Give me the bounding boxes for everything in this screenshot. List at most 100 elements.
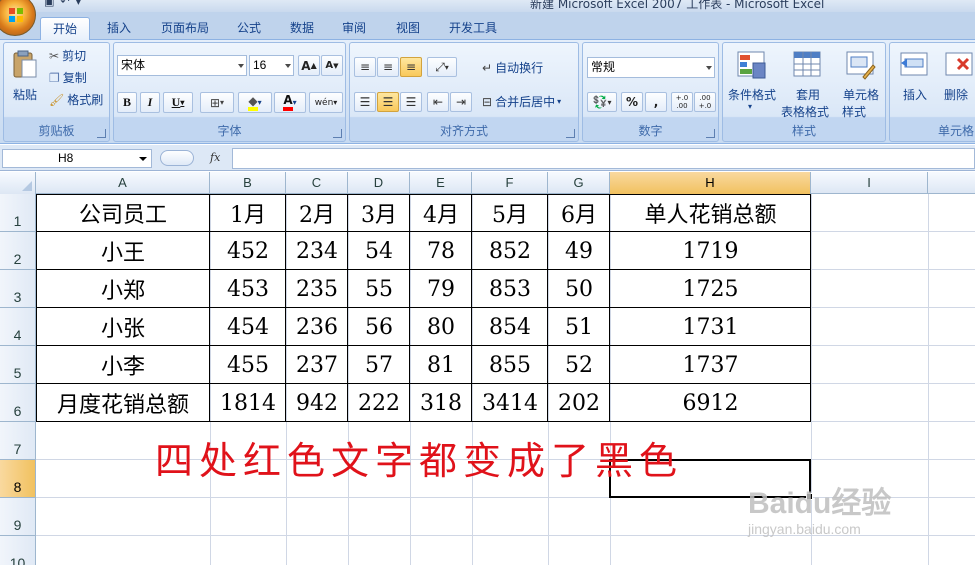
font-color-button[interactable]: A ▾ [274,92,306,113]
align-top-button[interactable]: ≡ [354,57,376,77]
table-cell[interactable]: 51 [548,308,610,346]
align-center-button[interactable]: ☰ [377,92,399,112]
fill-color-button[interactable]: ◆ ▾ [238,92,272,113]
table-cell[interactable]: 222 [348,384,410,422]
delete-cells-button[interactable]: 删除 [937,45,975,123]
table-header-cell[interactable]: 6月 [548,194,610,232]
table-cell[interactable]: 80 [410,308,472,346]
tab-home[interactable]: 开始 [40,17,90,40]
table-header-cell[interactable]: 4月 [410,194,472,232]
table-cell[interactable]: 49 [548,232,610,270]
table-cell[interactable]: 3414 [472,384,548,422]
table-cell[interactable]: 52 [548,346,610,384]
table-cell[interactable]: 79 [410,270,472,308]
cut-button[interactable]: ✂ 剪切 [48,46,87,65]
column-header-g[interactable]: G [548,172,610,194]
row-header-7[interactable]: 7 [0,422,36,460]
save-icon[interactable]: ▣ [44,0,54,9]
table-cell[interactable]: 854 [472,308,548,346]
row-header-3[interactable]: 3 [0,270,36,308]
table-header-cell[interactable]: 5月 [472,194,548,232]
row-header-4[interactable]: 4 [0,308,36,346]
paste-button[interactable]: 粘贴 [6,45,42,115]
column-header-b[interactable]: B [210,172,286,194]
row-header-2[interactable]: 2 [0,232,36,270]
table-cell[interactable]: 54 [348,232,410,270]
table-header-cell[interactable]: 2月 [286,194,348,232]
table-cell[interactable]: 81 [410,346,472,384]
select-all-button[interactable] [0,172,36,194]
table-cell[interactable]: 1814 [210,384,286,422]
table-cell[interactable]: 855 [472,346,548,384]
align-right-button[interactable]: ☰ [400,92,422,112]
table-header-cell[interactable]: 单人花销总额 [610,194,811,232]
table-cell[interactable]: 小郑 [36,270,210,308]
table-cell[interactable]: 235 [286,270,348,308]
formula-bar-expand-icon[interactable] [160,150,194,166]
underline-button[interactable]: U ▾ [163,92,193,113]
table-header-cell[interactable]: 3月 [348,194,410,232]
table-cell[interactable]: 小王 [36,232,210,270]
table-cell[interactable]: 234 [286,232,348,270]
comma-button[interactable]: , [645,92,667,112]
row-header-9[interactable]: 9 [0,498,36,536]
table-cell[interactable]: 452 [210,232,286,270]
copy-button[interactable]: ❐ 复制 [48,68,88,87]
table-cell[interactable]: 455 [210,346,286,384]
column-header-c[interactable]: C [286,172,348,194]
table-cell[interactable]: 318 [410,384,472,422]
column-header-h[interactable]: H [610,172,811,194]
bold-button[interactable]: B [117,92,137,113]
row-header-6[interactable]: 6 [0,384,36,422]
table-cell[interactable]: 78 [410,232,472,270]
font-name-combo[interactable]: 宋体 [117,55,247,76]
font-size-combo[interactable]: 16 [249,55,294,76]
row-header-5[interactable]: 5 [0,346,36,384]
align-middle-button[interactable]: ≡ [377,57,399,77]
table-cell[interactable]: 1725 [610,270,811,308]
column-header-e[interactable]: E [410,172,472,194]
table-cell[interactable]: 942 [286,384,348,422]
orientation-button[interactable]: ⤢ ▾ [427,57,457,77]
column-header-i[interactable]: I [811,172,928,194]
table-cell[interactable]: 小李 [36,346,210,384]
qat-dropdown-icon[interactable]: ▾ [76,0,82,9]
table-cell[interactable]: 月度花销总额 [36,384,210,422]
formula-input[interactable] [232,148,975,169]
tab-review[interactable]: 审阅 [333,17,375,40]
format-as-table-button[interactable]: 套用 表格格式 [780,45,834,123]
decrease-decimal-button[interactable]: .00 +.0 [694,92,716,112]
conditional-formatting-button[interactable]: 条件格式 ▾ [725,45,779,123]
worksheet-grid[interactable]: ABCDEFGHI 1 2 3 4 5 6 7 8 9 10 公司员工 1月 2月 3月 4月 5月 6月 单人花… [0,172,975,565]
table-cell[interactable]: 1719 [610,232,811,270]
tab-view[interactable]: 视图 [387,17,429,40]
tab-formulas[interactable]: 公式 [228,17,270,40]
table-cell[interactable]: 1731 [610,308,811,346]
wrap-text-button[interactable]: ↵ 自动换行 [481,58,544,77]
table-header-cell[interactable]: 公司员工 [36,194,210,232]
shrink-font-button[interactable]: A ▼ [321,55,343,76]
row-header-8[interactable]: 8 [0,460,36,498]
increase-indent-button[interactable]: ⇥ [450,92,472,112]
table-cell[interactable]: 237 [286,346,348,384]
table-cell[interactable]: 小张 [36,308,210,346]
row-header-10[interactable]: 10 [0,536,36,565]
column-header-d[interactable]: D [348,172,410,194]
table-cell[interactable]: 55 [348,270,410,308]
decrease-indent-button[interactable]: ⇤ [427,92,449,112]
italic-button[interactable]: I [140,92,160,113]
accounting-format-button[interactable]: 💱 ▾ [587,92,617,112]
table-cell[interactable]: 852 [472,232,548,270]
table-cell[interactable]: 57 [348,346,410,384]
phonetic-button[interactable]: wén ▾ [309,92,343,113]
table-cell[interactable]: 6912 [610,384,811,422]
tab-developer[interactable]: 开发工具 [441,17,505,40]
column-header-f[interactable]: F [472,172,548,194]
cell-styles-button[interactable]: 单元格 样式 [835,45,885,123]
table-cell[interactable]: 1737 [610,346,811,384]
table-cell[interactable]: 202 [548,384,610,422]
tab-page-layout[interactable]: 页面布局 [152,17,218,40]
font-launcher-icon[interactable] [333,129,342,138]
table-header-cell[interactable]: 1月 [210,194,286,232]
name-box[interactable]: H8 [2,149,152,168]
